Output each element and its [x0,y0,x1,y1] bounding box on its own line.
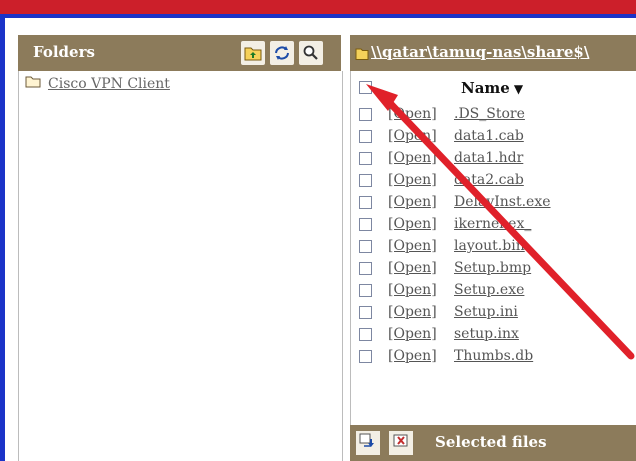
file-row: [Open] Setup.ini [351,302,636,324]
top-red-bar [0,0,636,14]
folder-icon [355,45,369,64]
open-link[interactable]: [Open] [388,172,437,188]
files-panel-header: \\qatar\tamuq-nas\share$\ [350,35,636,71]
file-checkbox[interactable] [359,306,372,319]
file-row: [Open] layout.bin [351,236,636,258]
open-link[interactable]: [Open] [388,106,437,122]
file-name-link[interactable]: data1.hdr [454,150,523,166]
download-button[interactable] [356,431,380,455]
file-name-link[interactable]: Setup.bmp [454,260,531,276]
open-link[interactable]: [Open] [388,282,437,298]
file-checkbox[interactable] [359,174,372,187]
file-checkbox[interactable] [359,284,372,297]
file-list-header: Name ▼ [351,71,636,104]
folder-item[interactable]: Cisco VPN Client [25,75,170,92]
open-link[interactable]: [Open] [388,238,437,254]
open-link[interactable]: [Open] [388,348,437,364]
refresh-icon [273,45,291,61]
file-row: [Open] Setup.exe [351,280,636,302]
file-checkbox[interactable] [359,130,372,143]
folders-panel-header: Folders [18,35,341,71]
file-name-link[interactable]: data1.cab [454,128,524,144]
sort-down-icon: ▼ [513,82,524,96]
file-row: [Open] Setup.bmp [351,258,636,280]
file-row: [Open] setup.inx [351,324,636,346]
file-checkbox[interactable] [359,262,372,275]
file-checkbox[interactable] [359,240,372,253]
file-name-link[interactable]: data2.cab [454,172,524,188]
file-row: [Open] ikernel.ex_ [351,214,636,236]
file-row: [Open] .DS_Store [351,104,636,126]
file-checkbox[interactable] [359,196,372,209]
file-checkbox[interactable] [359,350,372,363]
file-name-link[interactable]: setup.inx [454,326,519,342]
file-row: [Open] Thumbs.db [351,346,636,368]
file-name-link[interactable]: Setup.exe [454,282,524,298]
file-name-link[interactable]: .DS_Store [454,106,525,122]
delete-button[interactable] [389,431,413,455]
folder-up-button[interactable] [241,41,265,65]
folder-up-icon [244,45,262,61]
open-link[interactable]: [Open] [388,216,437,232]
file-name-link[interactable]: layout.bin [454,238,525,254]
open-link[interactable]: [Open] [388,326,437,342]
refresh-button[interactable] [270,41,294,65]
selected-files-bar: Selected files [350,425,636,461]
folder-item-label: Cisco VPN Client [48,75,170,92]
open-link[interactable]: [Open] [388,150,437,166]
file-checkbox[interactable] [359,108,372,121]
file-name-link[interactable]: ikernel.ex_ [454,216,531,232]
download-icon [359,433,377,453]
folders-list: Cisco VPN Client [18,71,343,461]
file-name-link[interactable]: Setup.ini [454,304,518,320]
name-column-label: Name [461,79,510,97]
name-column-header[interactable]: Name ▼ [461,79,523,97]
current-path-link[interactable]: \\qatar\tamuq-nas\share$\ [371,43,589,61]
file-checkbox[interactable] [359,218,372,231]
select-all-checkbox[interactable] [359,81,372,94]
selected-files-label: Selected files [435,433,547,451]
file-row: [Open] data1.hdr [351,148,636,170]
file-name-link[interactable]: DelayInst.exe [454,194,551,210]
search-button[interactable] [299,41,323,65]
delete-icon [392,433,410,453]
open-link[interactable]: [Open] [388,304,437,320]
open-link[interactable]: [Open] [388,194,437,210]
file-row: [Open] DelayInst.exe [351,192,636,214]
folder-icon [25,75,41,92]
open-link[interactable]: [Open] [388,128,437,144]
file-checkbox[interactable] [359,152,372,165]
search-icon [302,45,320,61]
file-checkbox[interactable] [359,328,372,341]
file-row: [Open] data2.cab [351,170,636,192]
file-name-link[interactable]: Thumbs.db [454,348,533,364]
file-list: Name ▼ [Open] .DS_Store [Open] data1.cab … [350,71,636,425]
file-row: [Open] data1.cab [351,126,636,148]
folders-title: Folders [33,43,95,61]
open-link[interactable]: [Open] [388,260,437,276]
